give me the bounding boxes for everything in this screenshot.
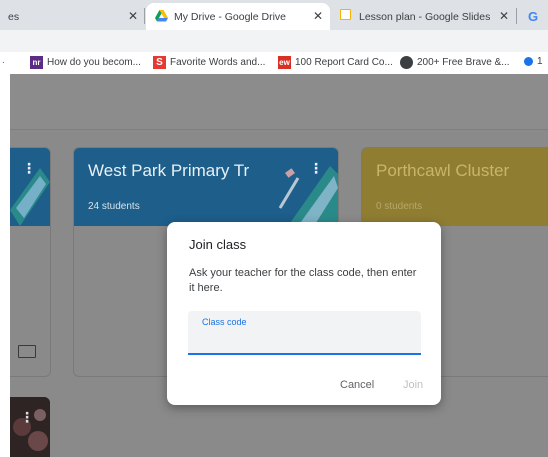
blue-dot-icon [524,57,533,66]
page-header [10,74,548,130]
tab-google[interactable]: G [520,3,548,30]
student-count: 0 students [376,201,423,212]
nr-icon: nr [30,56,43,69]
bookmark-item[interactable]: 1 [524,56,543,67]
more-options-icon[interactable]: ⋮ [309,160,323,177]
tab-label: My Drive - Google Drive [174,11,287,23]
tab-strip: es ✕ My Drive - Google Drive ✕ Lesson pl… [0,0,548,30]
card-banner [362,148,548,226]
bookmark-item[interactable]: ew 100 Report Card Co... [278,56,393,69]
banner-illustration [278,166,338,226]
bookmark-item[interactable]: nr How do you becom... [30,56,141,69]
class-card-partial[interactable]: ⋮ [10,147,51,377]
bookmarks-overflow: . [2,55,5,66]
tab-label: es [8,11,20,23]
more-options-icon[interactable]: ⋮ [22,160,36,177]
s-icon: S [153,56,166,69]
bookmark-item[interactable]: 200+ Free Brave &... [400,56,510,69]
class-code-field[interactable]: Class code [188,311,421,355]
join-class-dialog: Join class Ask your teacher for the clas… [167,222,441,405]
bookmark-label: How do you becom... [47,57,141,68]
student-count: 24 students [88,201,140,212]
class-code-label: Class code [202,317,247,327]
folder-icon[interactable] [18,345,36,358]
tab-separator [516,8,517,24]
tab-google-slides[interactable]: Lesson plan - Google Slides ✕ [332,3,514,30]
photo-thumbnail [10,397,50,457]
google-icon: G [528,9,539,24]
dialog-instructions: Ask your teacher for the class code, the… [189,267,417,294]
dialog-title: Join class [189,237,247,252]
address-bar[interactable] [0,30,548,52]
class-code-input[interactable] [202,331,406,345]
google-drive-icon [155,10,168,22]
bookmark-label: 200+ Free Brave &... [417,57,510,68]
bookmark-label: Favorite Words and... [170,57,266,68]
tab-separator [144,8,145,24]
bookmark-label: 1 [537,56,543,67]
google-slides-icon [340,9,351,20]
globe-icon [400,56,413,69]
tab-google-drive[interactable]: My Drive - Google Drive ✕ [146,3,330,30]
tab-label: Lesson plan - Google Slides [359,11,491,23]
close-icon[interactable]: ✕ [128,9,138,23]
bookmark-label: 100 Report Card Co... [295,57,393,68]
bookmarks-bar: . nr How do you becom... S Favorite Word… [0,52,548,75]
more-options-icon[interactable]: ⋮ [20,409,34,426]
bookmark-item[interactable]: S Favorite Words and... [153,56,265,69]
class-title[interactable]: West Park Primary Tr [88,161,249,181]
tab-previous[interactable]: es ✕ [0,3,143,30]
class-title[interactable]: Porthcawl Cluster [376,161,509,181]
ew-icon: ew [278,56,291,69]
close-icon[interactable]: ✕ [313,9,323,23]
left-rail [0,74,10,457]
class-card-photo[interactable]: ⋮ [10,397,50,457]
join-button[interactable]: Join [403,379,423,391]
close-icon[interactable]: ✕ [499,9,509,23]
cancel-button[interactable]: Cancel [340,379,374,391]
